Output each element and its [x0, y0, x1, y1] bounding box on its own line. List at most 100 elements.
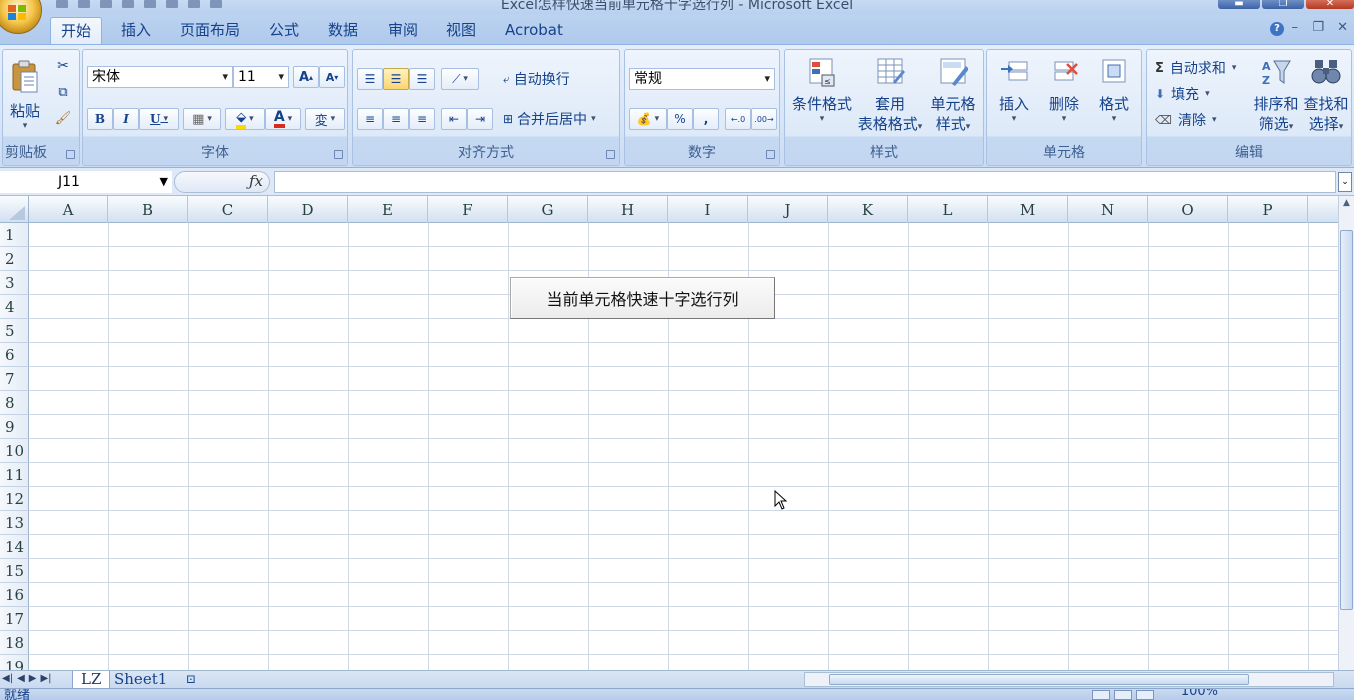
expand-formula-bar-icon[interactable]: ⌄ — [1338, 172, 1352, 192]
column-header-f[interactable]: F — [428, 196, 508, 223]
grow-font-button[interactable]: A ▴ — [293, 66, 319, 88]
row-header-7[interactable]: 7 — [0, 367, 29, 391]
increase-decimal-button[interactable]: ←.0 — [725, 108, 751, 130]
column-header-j[interactable]: J — [748, 196, 828, 223]
align-top-button[interactable]: ☰ — [357, 68, 383, 90]
column-header-n[interactable]: N — [1068, 196, 1148, 223]
tab-insert[interactable]: 插入 — [111, 17, 161, 44]
sheet-tab-sheet1[interactable]: Sheet1 — [106, 671, 175, 689]
close-button[interactable]: ✕ — [1306, 0, 1354, 9]
column-header-g[interactable]: G — [508, 196, 588, 223]
tab-home[interactable]: 开始 — [50, 17, 103, 44]
column-header-c[interactable]: C — [188, 196, 268, 223]
clipboard-launcher-icon[interactable] — [66, 150, 75, 159]
format-cells-button[interactable]: 格式 ▾ — [1091, 56, 1137, 136]
delete-cells-button[interactable]: 删除 ▾ — [1041, 56, 1087, 136]
row-header-8[interactable]: 8 — [0, 391, 29, 415]
decrease-indent-button[interactable]: ⇤ — [441, 108, 467, 130]
tab-data[interactable]: 数据 — [318, 17, 368, 44]
next-sheet-icon[interactable]: ▶ — [29, 671, 37, 687]
italic-button[interactable]: I — [113, 108, 139, 130]
prev-sheet-icon[interactable]: ◀ — [17, 671, 25, 687]
format-painter-button[interactable]: 🖌 — [53, 108, 73, 128]
cut-button[interactable]: ✂ — [53, 56, 73, 76]
merge-center-button[interactable]: ⊞ 合并后居中 ▾ — [503, 108, 615, 130]
increase-indent-button[interactable]: ⇥ — [467, 108, 493, 130]
sort-filter-button[interactable]: AZ 排序和 筛选▾ — [1251, 56, 1301, 142]
decrease-decimal-button[interactable]: .00→ — [751, 108, 777, 130]
row-header-16[interactable]: 16 — [0, 583, 29, 607]
autosum-button[interactable]: Σ 自动求和 ▾ — [1155, 58, 1253, 78]
tab-formulas[interactable]: 公式 — [259, 17, 309, 44]
format-as-table-button[interactable]: 套用 表格格式▾ — [855, 56, 925, 142]
restore-window-icon[interactable]: ❐ — [1312, 20, 1324, 35]
last-sheet-icon[interactable]: ▶| — [40, 671, 51, 687]
row-header-9[interactable]: 9 — [0, 415, 29, 439]
column-header-m[interactable]: M — [988, 196, 1068, 223]
clear-button[interactable]: ⌫ 清除 ▾ — [1155, 110, 1225, 130]
wrap-text-button[interactable]: ⤶ 自动换行 — [503, 68, 595, 90]
align-center-button[interactable]: ≡ — [383, 108, 409, 130]
insert-cells-button[interactable]: 插入 ▾ — [991, 56, 1037, 136]
align-right-button[interactable]: ≡ — [409, 108, 435, 130]
minimize-button[interactable]: ▬ — [1218, 0, 1260, 9]
row-header-17[interactable]: 17 — [0, 607, 29, 631]
alignment-launcher-icon[interactable] — [606, 150, 615, 159]
column-header-a[interactable]: A — [29, 196, 108, 223]
tab-review[interactable]: 审阅 — [378, 17, 428, 44]
column-header-k[interactable]: K — [828, 196, 908, 223]
first-sheet-icon[interactable]: ◀| — [2, 671, 13, 687]
row-header-1[interactable]: 1 — [0, 223, 29, 247]
vertical-scroll-thumb[interactable] — [1340, 230, 1353, 610]
find-select-button[interactable]: 查找和 选择▾ — [1301, 56, 1351, 142]
number-format-select[interactable]: 常规 — [629, 68, 775, 90]
horizontal-scrollbar[interactable] — [804, 672, 1334, 687]
row-header-13[interactable]: 13 — [0, 511, 29, 535]
page-break-view-icon[interactable] — [1136, 690, 1154, 700]
column-header-e[interactable]: E — [348, 196, 428, 223]
font-launcher-icon[interactable] — [334, 150, 343, 159]
tab-view[interactable]: 视图 — [436, 17, 486, 44]
row-header-4[interactable]: 4 — [0, 295, 29, 319]
conditional-format-button[interactable]: ≤ 条件格式 ▾ — [789, 56, 855, 136]
font-size-select[interactable]: 11 — [233, 66, 289, 88]
row-header-6[interactable]: 6 — [0, 343, 29, 367]
ribbon-minimize-icon[interactable]: – — [1292, 20, 1299, 35]
bold-button[interactable]: B — [87, 108, 113, 130]
align-middle-button[interactable]: ☰ — [383, 68, 409, 90]
percent-button[interactable]: % — [667, 108, 693, 130]
tab-acrobat[interactable]: Acrobat — [495, 17, 573, 44]
number-launcher-icon[interactable] — [766, 150, 775, 159]
column-header-o[interactable]: O — [1148, 196, 1228, 223]
column-header-i[interactable]: I — [668, 196, 748, 223]
font-name-select[interactable]: 宋体 — [87, 66, 233, 88]
fill-color-button[interactable]: ⬙ ▾ — [225, 108, 265, 130]
tab-page-layout[interactable]: 页面布局 — [170, 17, 250, 44]
row-header-3[interactable]: 3 — [0, 271, 29, 295]
close-workbook-icon[interactable]: ✕ — [1337, 20, 1348, 35]
normal-view-icon[interactable] — [1092, 690, 1110, 700]
cell-area[interactable]: 当前单元格快速十字选行列 — [29, 223, 1338, 670]
row-header-12[interactable]: 12 — [0, 487, 29, 511]
cell-styles-button[interactable]: 单元格 样式▾ — [925, 56, 981, 142]
scroll-up-icon[interactable]: ▲ — [1339, 198, 1354, 212]
paste-dropdown-icon[interactable]: ▾ — [23, 121, 28, 131]
row-header-18[interactable]: 18 — [0, 631, 29, 655]
sheet-tab-lz[interactable]: LZ — [72, 671, 111, 689]
row-header-2[interactable]: 2 — [0, 247, 29, 271]
row-header-15[interactable]: 15 — [0, 559, 29, 583]
page-layout-view-icon[interactable] — [1114, 690, 1132, 700]
maximize-button[interactable]: ❐ — [1262, 0, 1304, 9]
column-header-p[interactable]: P — [1228, 196, 1308, 223]
column-header-d[interactable]: D — [268, 196, 348, 223]
insert-sheet-icon[interactable]: ⊡ — [178, 671, 204, 689]
help-icon[interactable]: ? — [1270, 22, 1284, 36]
horizontal-scroll-thumb[interactable] — [829, 674, 1249, 685]
align-bottom-button[interactable]: ☰ — [409, 68, 435, 90]
select-all-button[interactable] — [0, 196, 29, 223]
name-box-dropdown-icon[interactable]: ▼ — [160, 171, 168, 193]
shrink-font-button[interactable]: A ▾ — [319, 66, 345, 88]
column-header-l[interactable]: L — [908, 196, 988, 223]
vertical-scrollbar[interactable]: ▲ — [1338, 196, 1354, 670]
comma-button[interactable]: , — [693, 108, 719, 130]
